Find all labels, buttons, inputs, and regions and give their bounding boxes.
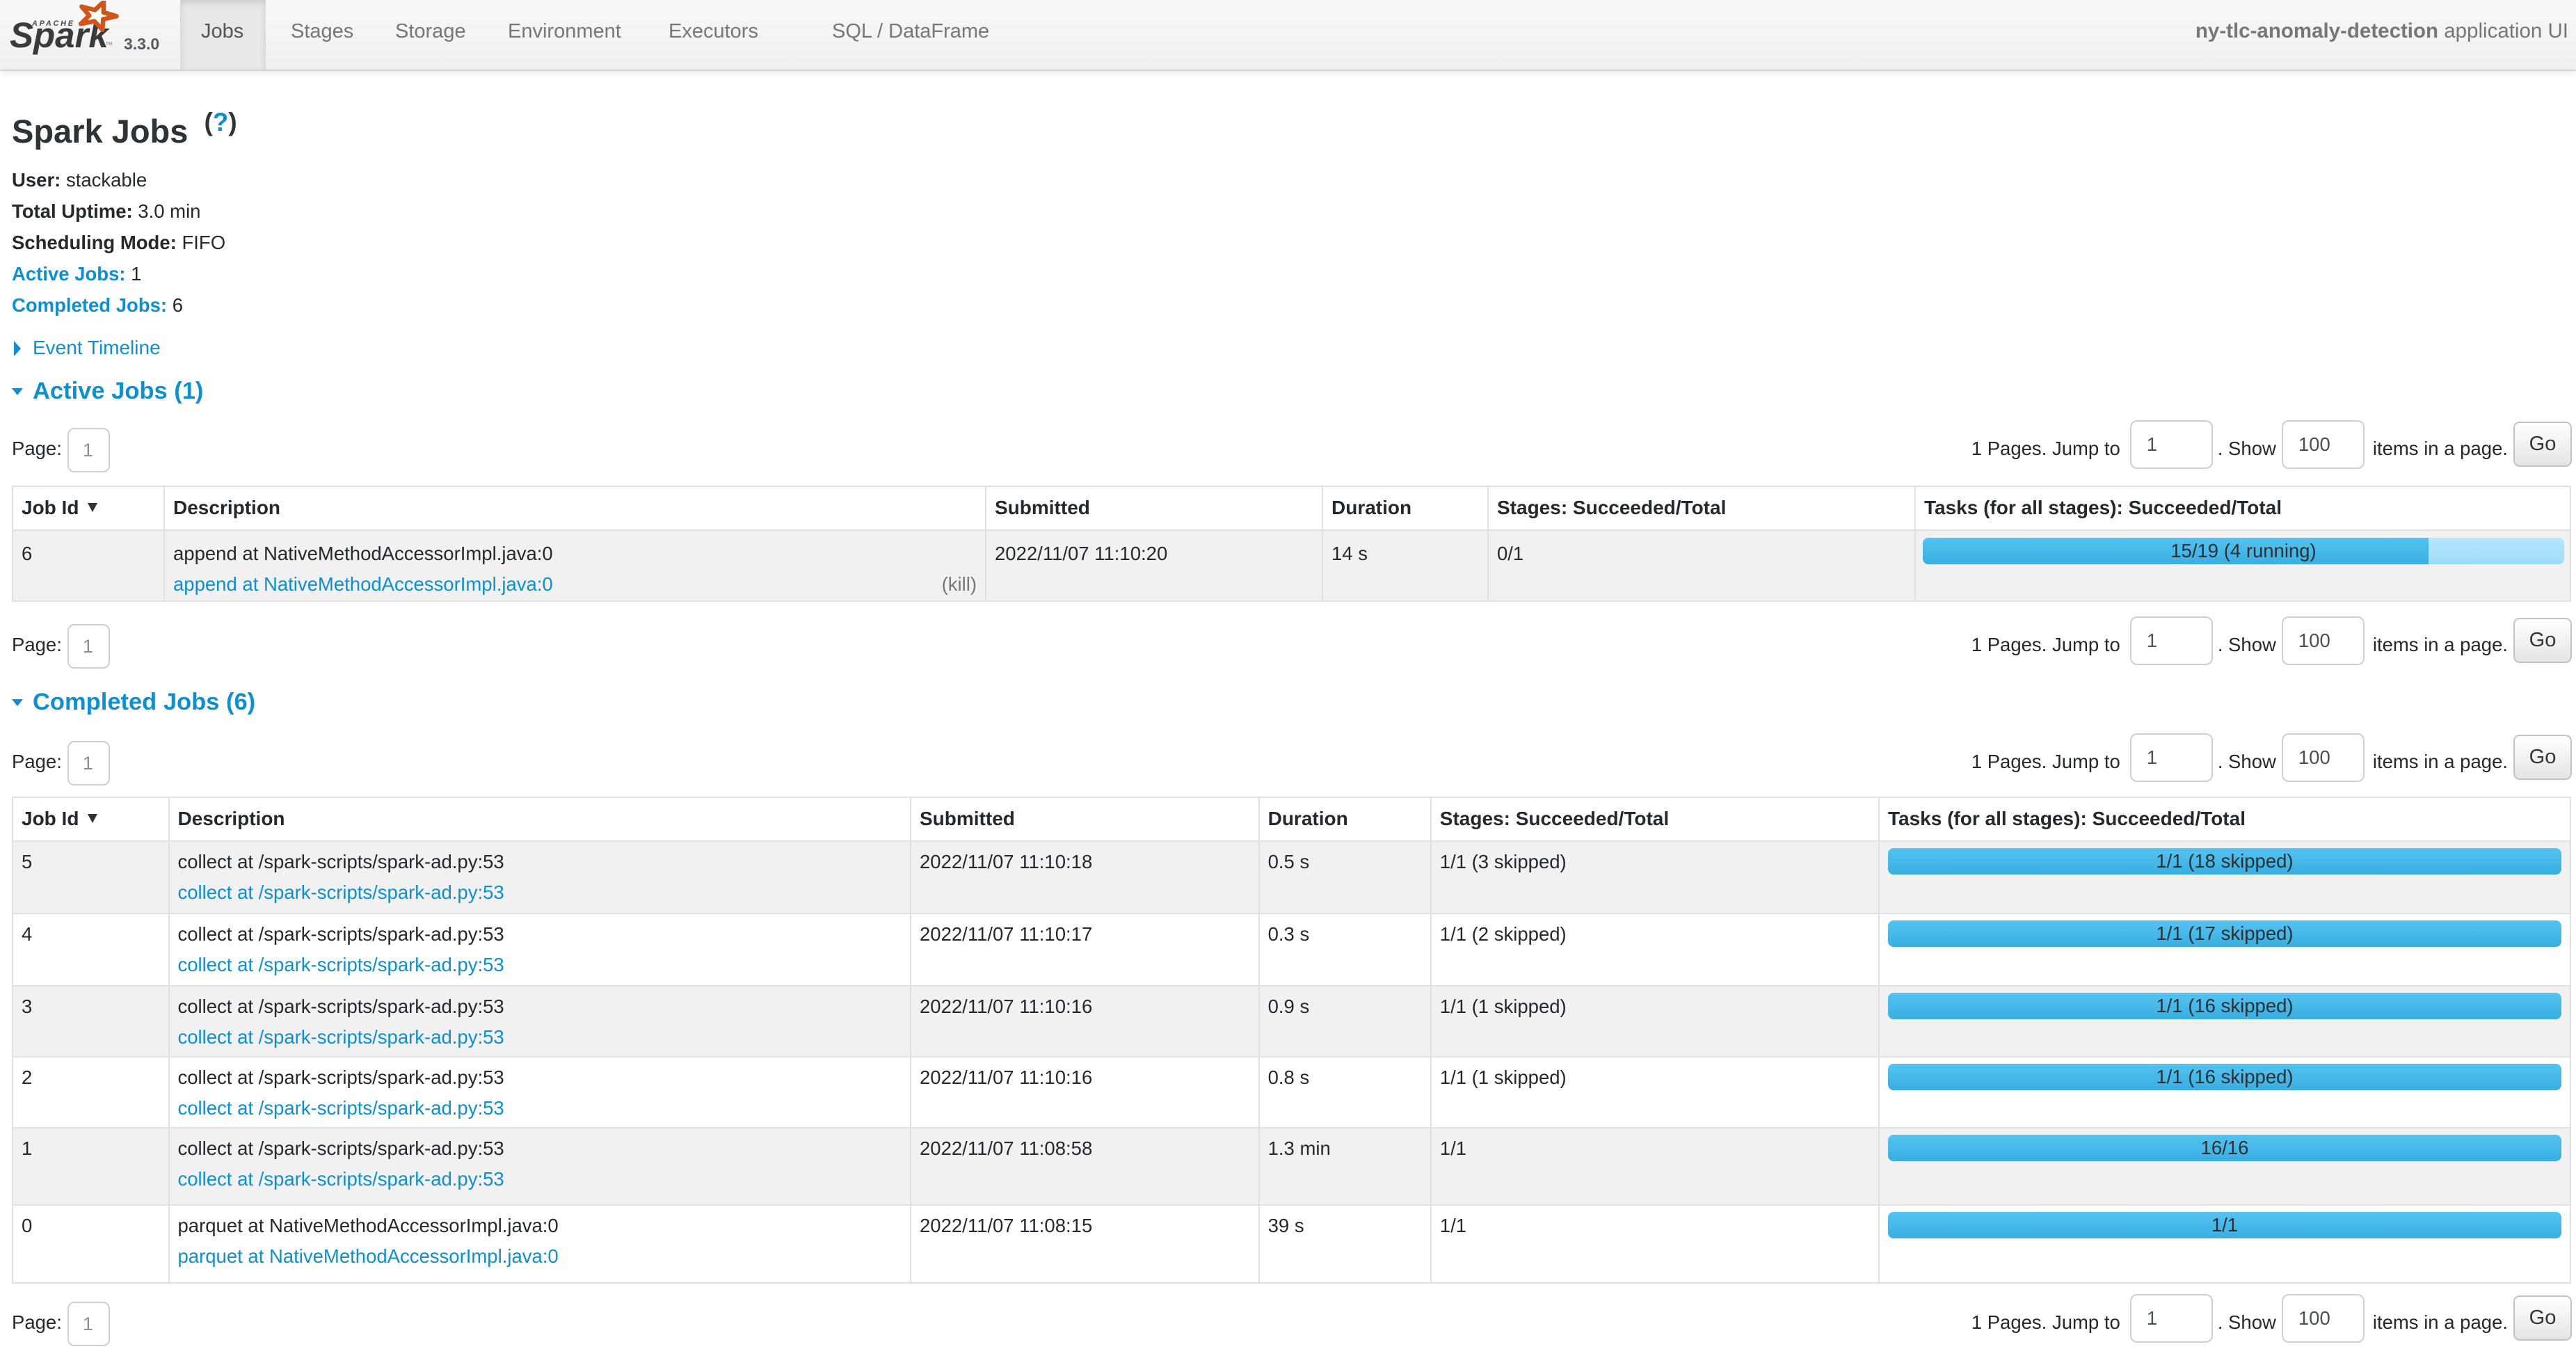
svg-text:™: ™ (105, 41, 113, 49)
